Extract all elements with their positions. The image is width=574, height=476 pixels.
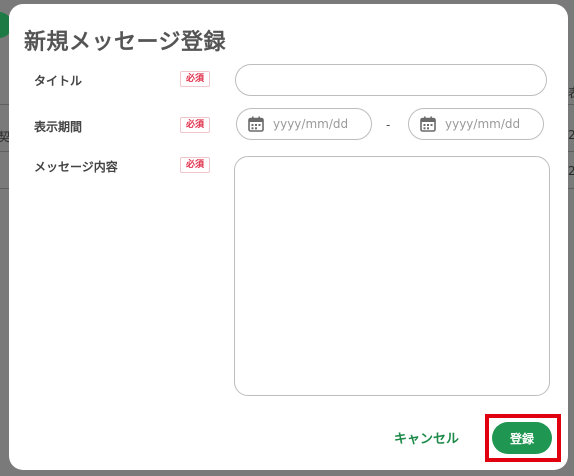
message-content-textarea[interactable] xyxy=(234,156,550,396)
calendar-icon[interactable] xyxy=(420,116,436,132)
calendar-icon[interactable] xyxy=(248,116,264,132)
message-content-label: メッセージ内容 xyxy=(34,160,118,174)
start-date-field[interactable] xyxy=(236,108,372,140)
date-separator: - xyxy=(386,118,391,132)
required-badge: 必須 xyxy=(180,71,210,87)
background-cell: 2 xyxy=(568,128,574,142)
background-header-cell: 表 xyxy=(568,84,574,101)
title-label: タイトル xyxy=(34,74,83,88)
new-message-dialog: 新規メッセージ登録 タイトル 必須 表示期間 必須 - xyxy=(9,4,568,470)
required-badge: 必須 xyxy=(180,117,210,133)
end-date-field[interactable] xyxy=(408,108,544,140)
required-badge: 必須 xyxy=(180,157,210,173)
end-date-input[interactable] xyxy=(445,116,535,132)
dialog-title: 新規メッセージ登録 xyxy=(24,30,227,55)
register-button[interactable]: 登録 xyxy=(492,422,552,454)
title-input[interactable] xyxy=(235,64,547,96)
start-date-input[interactable] xyxy=(273,116,363,132)
background-cell: 2 xyxy=(568,164,574,178)
cancel-button[interactable]: キャンセル xyxy=(394,428,459,447)
display-period-label: 表示期間 xyxy=(34,120,83,134)
